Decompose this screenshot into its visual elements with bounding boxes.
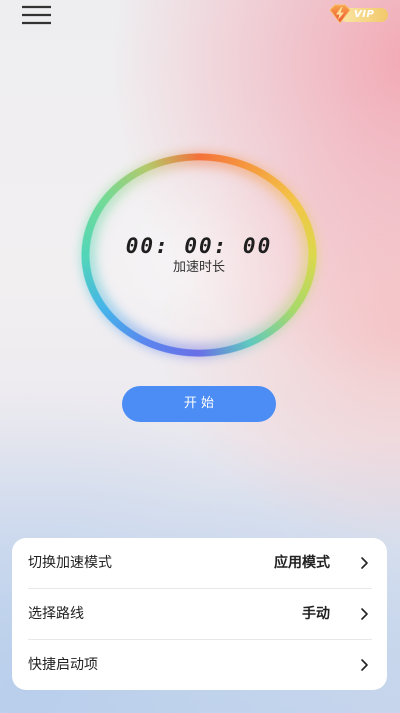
setting-row-acceleration-mode[interactable]: 切换加速模式 应用模式	[12, 538, 387, 588]
vip-label: VIP	[354, 9, 375, 20]
setting-row-route[interactable]: 选择路线 手动	[12, 589, 387, 639]
setting-value: 手动	[302, 606, 330, 622]
setting-label: 选择路线	[28, 606, 84, 622]
start-button[interactable]: 开 始	[122, 386, 276, 422]
setting-label: 切换加速模式	[28, 555, 112, 571]
setting-row-quick-launch[interactable]: 快捷启动项	[12, 640, 387, 690]
chevron-right-icon	[361, 557, 368, 569]
setting-label: 快捷启动项	[28, 657, 98, 673]
setting-value: 应用模式	[274, 555, 330, 571]
chevron-right-icon	[361, 608, 368, 620]
chevron-right-icon	[361, 659, 368, 671]
hamburger-menu-icon[interactable]	[22, 5, 51, 25]
settings-card: 切换加速模式 应用模式 选择路线 手动 快捷启动项	[12, 538, 387, 690]
elapsed-time: 00: 00: 00	[125, 234, 273, 258]
vip-badge[interactable]: VIP	[328, 4, 390, 26]
elapsed-time-label: 加速时长	[172, 260, 225, 275]
